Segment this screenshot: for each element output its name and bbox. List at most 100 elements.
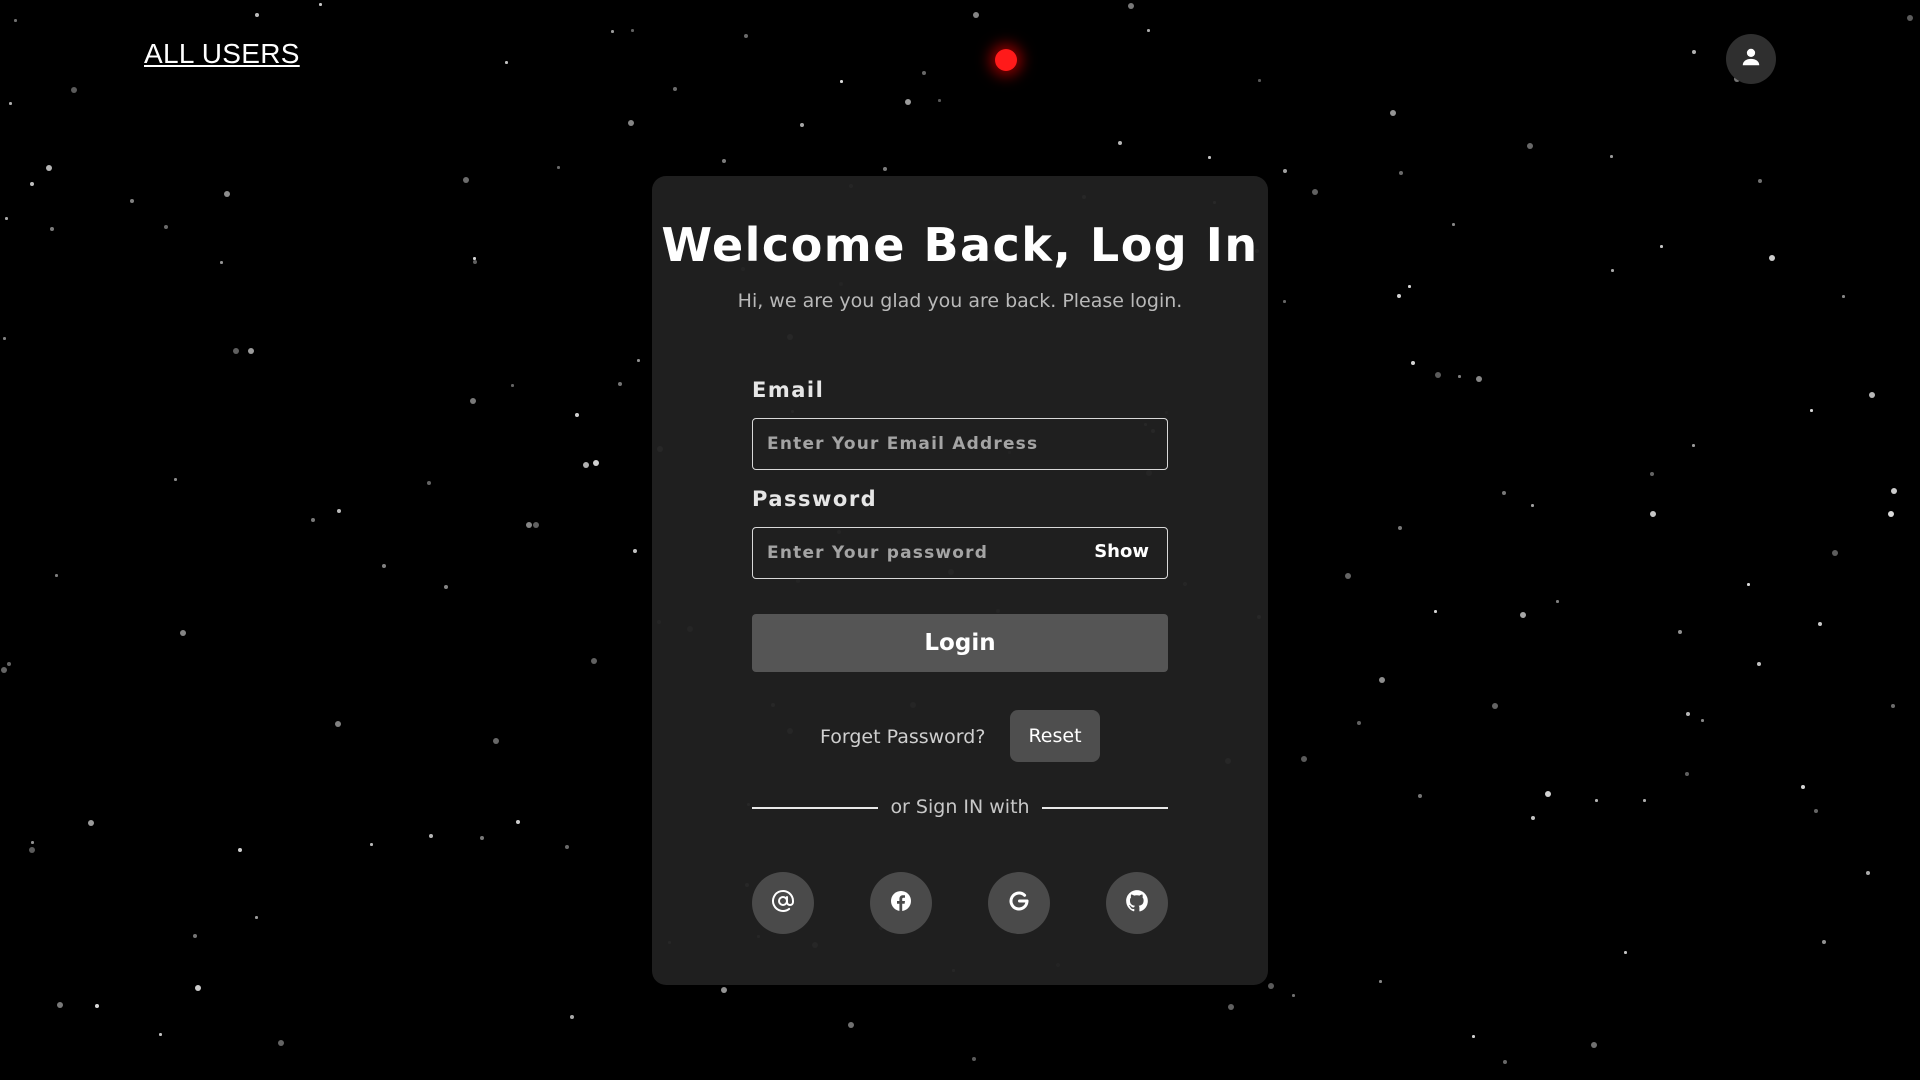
star (505, 61, 508, 64)
login-button[interactable]: Login (752, 614, 1168, 672)
star (1891, 488, 1897, 494)
star (637, 359, 640, 362)
password-field-wrapper: Show (752, 527, 1168, 579)
star (255, 13, 259, 17)
star (238, 848, 242, 852)
star (1292, 994, 1295, 997)
github-icon (1124, 888, 1150, 918)
star (1397, 294, 1401, 298)
star (1660, 245, 1663, 248)
star (1408, 285, 1411, 288)
star (1379, 677, 1385, 683)
star (618, 382, 622, 386)
star (429, 834, 433, 838)
star (938, 99, 941, 102)
star (570, 1015, 574, 1019)
email-input[interactable] (753, 419, 1167, 469)
star (1228, 1004, 1234, 1010)
star (130, 199, 134, 203)
star (473, 257, 476, 260)
star (1435, 372, 1441, 378)
star (1452, 223, 1455, 226)
star (480, 836, 484, 840)
star (470, 398, 476, 404)
star (1379, 980, 1382, 983)
star (1258, 79, 1261, 82)
star (1147, 29, 1150, 32)
star (722, 159, 726, 163)
star (233, 348, 239, 354)
star (1128, 3, 1134, 9)
star (1390, 110, 1396, 116)
star (1411, 361, 1415, 365)
google-icon (1007, 889, 1031, 917)
star (721, 987, 727, 993)
star (29, 847, 35, 853)
all-users-link[interactable]: ALL USERS (144, 38, 300, 70)
star (800, 123, 804, 127)
star (9, 102, 12, 105)
star (1312, 189, 1318, 195)
star (1832, 550, 1838, 556)
star (1418, 794, 1422, 798)
star (883, 167, 887, 171)
star (1, 667, 7, 673)
star (575, 413, 579, 417)
star (1650, 511, 1656, 517)
star (1527, 143, 1533, 149)
star (1502, 491, 1506, 495)
star (1891, 704, 1895, 708)
star (1685, 772, 1689, 776)
star (444, 585, 448, 589)
star (1814, 809, 1818, 813)
star (1301, 756, 1307, 762)
google-signin-button[interactable] (988, 872, 1050, 934)
star (463, 177, 469, 183)
star (526, 522, 532, 528)
star (583, 462, 589, 468)
star (1686, 712, 1690, 716)
star (905, 99, 911, 105)
star (1268, 983, 1274, 989)
star (1801, 785, 1805, 789)
email-signin-button[interactable] (752, 872, 814, 934)
star (1283, 169, 1287, 173)
star (516, 820, 520, 824)
star (1208, 156, 1211, 159)
email-label: Email (752, 378, 825, 402)
star (95, 1004, 99, 1008)
star (631, 29, 634, 32)
at-sign-icon (771, 889, 795, 917)
facebook-signin-button[interactable] (870, 872, 932, 934)
star (164, 225, 168, 229)
show-password-button[interactable]: Show (1094, 541, 1149, 562)
star (7, 662, 11, 666)
star (88, 820, 94, 826)
star (427, 481, 431, 485)
star (1357, 721, 1361, 725)
star (319, 3, 322, 6)
login-card: Welcome Back, Log In Hi, we are you glad… (652, 176, 1268, 985)
star (1650, 472, 1654, 476)
star (3, 337, 6, 340)
star (220, 261, 223, 264)
user-avatar-button[interactable] (1726, 34, 1776, 84)
star (593, 460, 599, 466)
star (335, 721, 341, 727)
star (1345, 573, 1351, 579)
star (1842, 295, 1845, 298)
star (31, 841, 34, 844)
star (255, 916, 258, 919)
star (633, 549, 637, 553)
divider-left (752, 807, 878, 809)
reset-button[interactable]: Reset (1010, 710, 1100, 762)
page-subtitle: Hi, we are you glad you are back. Please… (737, 290, 1183, 312)
star (278, 1040, 284, 1046)
star (1869, 392, 1875, 398)
star (1398, 526, 1402, 530)
star (1531, 504, 1534, 507)
star (195, 985, 201, 991)
star (1520, 612, 1526, 618)
star (1624, 951, 1627, 954)
github-signin-button[interactable] (1106, 872, 1168, 934)
